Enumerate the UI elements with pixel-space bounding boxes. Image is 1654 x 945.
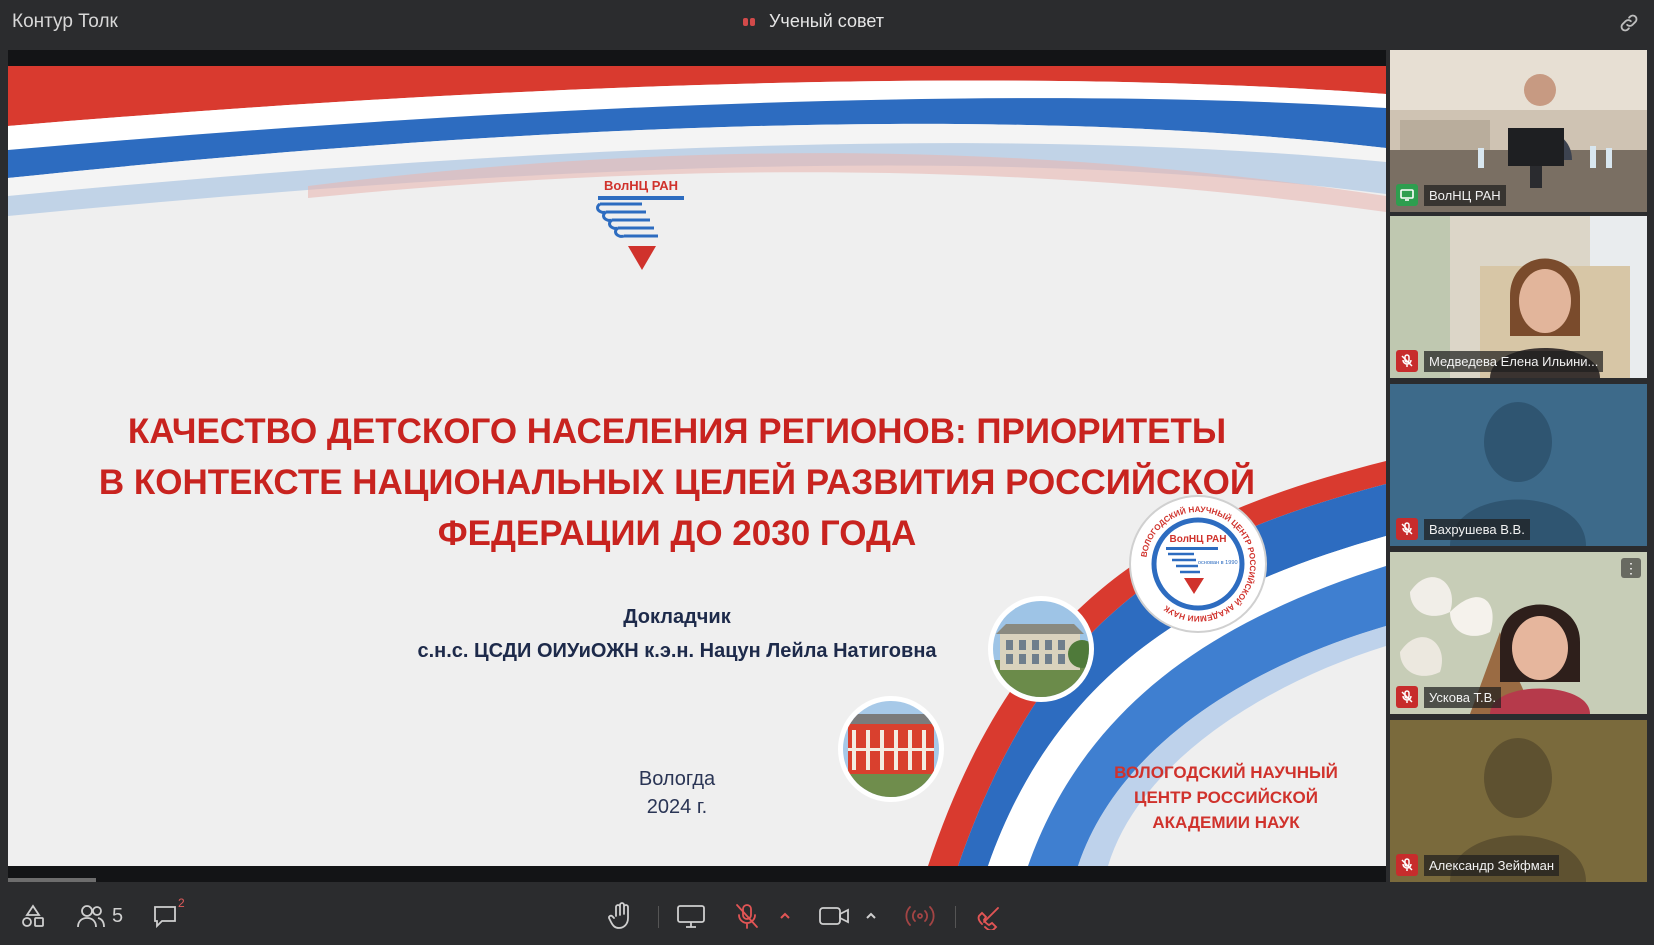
participant-label: Александр Зейфман	[1396, 854, 1560, 876]
participants-button[interactable]: 5	[76, 898, 123, 934]
participants-count: 5	[112, 904, 124, 927]
building-photo-1	[988, 596, 1094, 702]
app-title: Контур Толк	[12, 11, 118, 32]
participant-tile[interactable]: Медведева Елена Ильини...	[1390, 216, 1647, 378]
chat-unread-badge: 2	[178, 896, 185, 910]
screen-share-icon	[1396, 184, 1418, 206]
bottom-toolbar: 5 2	[0, 886, 1654, 945]
leave-call-button[interactable]	[976, 898, 1004, 934]
organization-name: ВОЛОГОДСКИЙ НАУЧНЫЙ ЦЕНТР РОССИЙСКОЙ АКА…	[1096, 760, 1356, 835]
mic-off-icon	[736, 904, 758, 929]
chat-icon	[154, 906, 176, 929]
hand-icon	[608, 902, 629, 929]
speaker-name: с.н.с. ЦСДИ ОИУиОЖН к.э.н. Нацун Лейла Н…	[417, 640, 937, 662]
participant-name: Медведева Елена Ильини...	[1424, 350, 1604, 372]
layout-button[interactable]	[20, 898, 46, 934]
slide-title-line: КАЧЕСТВО ДЕТСКОГО НАСЕЛЕНИЯ РЕГИОНОВ: ПР…	[127, 412, 1227, 451]
broadcast-button[interactable]	[904, 898, 936, 934]
participant-name: ВолНЦ РАН	[1424, 184, 1506, 206]
microphone-options-button[interactable]	[778, 898, 792, 934]
participant-name: Ускова Т.В.	[1424, 686, 1501, 708]
volnc-logo: ВолНЦ РАН	[596, 178, 684, 270]
camera-options-button[interactable]	[864, 898, 878, 934]
toolbar-divider	[658, 906, 659, 928]
video-camera-icon	[819, 907, 849, 925]
participant-label: Вахрушева В.В.	[1396, 518, 1530, 540]
users-icon	[77, 905, 105, 928]
more-options-button[interactable]: ⋮	[1621, 558, 1641, 578]
mic-off-icon	[1396, 518, 1418, 540]
org-name-line: ЦЕНТР РОССИЙСКОЙ	[1134, 788, 1318, 807]
svg-text:ВолНЦ РАН: ВолНЦ РАН	[604, 178, 678, 193]
participant-label: Медведева Елена Ильини...	[1396, 350, 1604, 372]
share-screen-button[interactable]	[676, 898, 706, 934]
top-bar: Контур Толк Ученый совет	[0, 0, 1654, 46]
participant-name: Александр Зейфман	[1424, 854, 1560, 876]
org-name-line: ВОЛОГОДСКИЙ НАУЧНЫЙ	[1114, 763, 1338, 782]
participant-label: Ускова Т.В.	[1396, 686, 1501, 708]
link-icon[interactable]	[1618, 12, 1640, 34]
participant-name: Вахрушева В.В.	[1424, 518, 1530, 540]
shared-screen: ВолНЦ РАН КАЧЕСТВО ДЕТСКОГО НАСЕЛЕНИЯ РЕ…	[8, 50, 1386, 882]
shapes-icon	[22, 904, 44, 927]
camera-button[interactable]	[818, 898, 850, 934]
org-name-line: АКАДЕМИИ НАУК	[1152, 813, 1300, 832]
participant-tile[interactable]: Вахрушева В.В.	[1390, 384, 1647, 546]
broadcast-icon	[905, 906, 935, 926]
presentation-slide: ВолНЦ РАН КАЧЕСТВО ДЕТСКОГО НАСЕЛЕНИЯ РЕ…	[8, 66, 1386, 866]
svg-text:ВолНЦ РАН: ВолНЦ РАН	[1170, 534, 1227, 545]
mic-off-icon	[1396, 854, 1418, 876]
participant-label: ВолНЦ РАН	[1396, 184, 1506, 206]
toolbar-divider	[955, 906, 956, 928]
slide-progress-bar	[8, 878, 96, 882]
mic-off-icon	[1396, 686, 1418, 708]
meeting-title: Ученый совет	[769, 11, 884, 31]
phone-hangup-icon	[977, 907, 999, 930]
meeting-title-area: Ученый совет	[743, 11, 884, 32]
participant-tile[interactable]: ⋮ Ускова Т.В.	[1390, 552, 1647, 714]
participant-tile[interactable]: ВолНЦ РАН	[1390, 50, 1647, 212]
recording-icon	[743, 17, 755, 26]
chevron-up-icon	[866, 912, 876, 919]
microphone-button[interactable]	[734, 898, 760, 934]
academy-seal-icon: ВОЛОГОДСКИЙ НАУЧНЫЙ ЦЕНТР РОССИЙСКОЙ АКА…	[1129, 495, 1267, 633]
chevron-up-icon	[780, 912, 790, 919]
mic-off-icon	[1396, 350, 1418, 372]
monitor-icon	[677, 905, 705, 928]
svg-text:основан в 1990 г.: основан в 1990 г.	[1198, 560, 1243, 566]
chat-button[interactable]: 2	[152, 896, 185, 934]
raise-hand-button[interactable]	[608, 898, 634, 934]
building-photo-2	[838, 696, 944, 802]
participant-tile[interactable]: Александр Зейфман	[1390, 720, 1647, 882]
